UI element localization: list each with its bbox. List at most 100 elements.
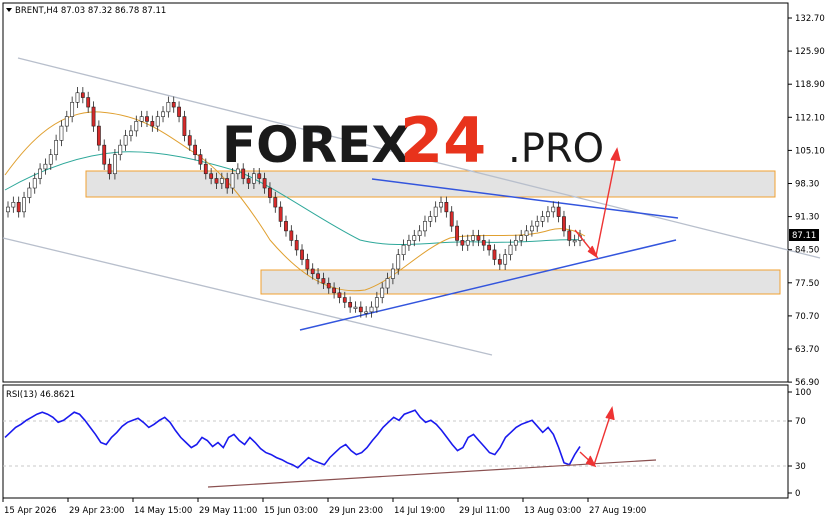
rsi-panel[interactable] [2, 384, 789, 499]
candle-bear [348, 302, 353, 308]
candle-bear [332, 287, 336, 294]
rsi-label: RSI(13) 46.8621 [6, 390, 75, 400]
candle-bear [300, 249, 304, 260]
candle-bear [80, 92, 85, 98]
candle-bear [337, 292, 342, 298]
price-tick-label: 125.90 [795, 47, 825, 57]
candle-bear [91, 106, 96, 127]
price-tick-label: 84.50 [795, 246, 819, 256]
candle-bull [519, 235, 524, 241]
candle-bear [171, 101, 176, 108]
candle-bull [113, 154, 117, 175]
candle-bull [118, 144, 123, 155]
candle-bear [492, 249, 497, 260]
candle-bull [572, 240, 577, 243]
candle-bull [433, 206, 438, 217]
candle-bear [497, 259, 502, 265]
symbol-info: BRENT,H4 87.03 87.32 86.78 87.11 [15, 6, 166, 16]
candle-bull [22, 197, 26, 213]
candle-bull [540, 216, 545, 222]
candle-bear [225, 178, 230, 189]
candle-bull [471, 235, 475, 241]
price-tick-label: 63.70 [795, 345, 819, 355]
candle-bull [529, 225, 534, 232]
candle-bull [503, 254, 508, 265]
candle-bear [257, 173, 262, 179]
candle-bear [214, 178, 219, 184]
price-tick-label: 132.70 [795, 14, 825, 24]
time-axis[interactable]: 15 Apr 2026 29 Apr 23:00 14 May 15:00 29 Ma… [2, 498, 646, 516]
candle-bear [284, 221, 288, 232]
candle-bear [278, 206, 283, 222]
candle-bull [75, 92, 80, 103]
chart-window[interactable]: FOREX 24 .PRO BRENT,H4 87.03 87.32 86.78… [0, 0, 831, 521]
candle-bear [455, 225, 459, 241]
candle-bull [27, 187, 32, 198]
candle-bull [396, 254, 401, 270]
candle-bear [145, 116, 149, 122]
candle-bull [417, 230, 422, 236]
candle-bull [59, 125, 64, 141]
time-tick-label: 14 Jul 19:00 [394, 506, 445, 516]
candle-bear [342, 297, 347, 303]
logo-part-pro: .PRO [508, 126, 604, 172]
candle-bear [177, 106, 181, 117]
candle-bear [187, 135, 192, 146]
candle-bull [465, 240, 470, 246]
time-tick-label: 29 May 11:00 [199, 506, 257, 516]
candle-bear [268, 187, 272, 198]
time-tick-label: 29 Jun 23:00 [329, 506, 383, 516]
price-tick-label: 105.10 [795, 146, 825, 156]
candle-bear [150, 121, 155, 127]
candle-bull [230, 173, 235, 189]
candle-bull [166, 101, 171, 113]
candle-bull [64, 116, 69, 127]
candle-bull [48, 154, 53, 165]
price-tick-label: 56.90 [795, 378, 819, 388]
candle-bear [107, 163, 112, 175]
candle-bull [412, 235, 417, 241]
price-axis[interactable]: 132.70 125.90 118.90 112.10 105.10 98.30 91.30… [788, 14, 825, 388]
time-tick-label: 14 May 15:00 [134, 506, 192, 516]
candle-bull [546, 211, 550, 217]
candle-bull [508, 244, 513, 255]
rsi-tick-label: 30 [795, 462, 806, 472]
candle-bear [294, 240, 299, 251]
price-tick-label: 77.50 [795, 279, 819, 289]
candle-bull [123, 135, 128, 146]
candle-bear [460, 240, 465, 246]
candle-bull [513, 240, 518, 246]
candle-bear [476, 235, 481, 241]
candle-bear [86, 97, 91, 108]
candle-bear [96, 125, 101, 146]
candle-bull [6, 206, 10, 213]
candle-bear [102, 144, 107, 165]
candle-bull [252, 173, 256, 184]
candle-bear [449, 211, 454, 227]
candle-bear [273, 197, 278, 208]
time-tick-label: 13 Aug 03:00 [524, 506, 581, 516]
candle-bear [487, 244, 492, 251]
current-price-label: 87.11 [792, 231, 816, 241]
candle-bear [246, 178, 251, 184]
time-tick-label: 29 Apr 23:00 [69, 506, 124, 516]
price-tick-label: 118.90 [795, 80, 825, 90]
price-tick-label: 112.10 [795, 113, 825, 123]
price-tick-label: 91.30 [795, 213, 819, 223]
candle-bull [385, 278, 390, 289]
candle-bear [198, 154, 203, 165]
price-tick-label: 98.30 [795, 180, 819, 190]
candle-bull [439, 202, 443, 208]
time-tick-label: 29 Jul 11:00 [459, 506, 510, 516]
candle-bull [155, 116, 160, 127]
candle-bear [16, 202, 21, 213]
candle-bear [444, 202, 449, 213]
rsi-tick-label: 100 [795, 388, 811, 398]
support-zone [260, 269, 781, 295]
rsi-axis[interactable]: 100 70 30 0 [788, 388, 811, 499]
candle-bull [11, 202, 16, 208]
candle-bear [193, 144, 198, 155]
candle-bull [43, 163, 48, 170]
candle-bull [535, 221, 540, 227]
candle-bear [556, 206, 561, 217]
